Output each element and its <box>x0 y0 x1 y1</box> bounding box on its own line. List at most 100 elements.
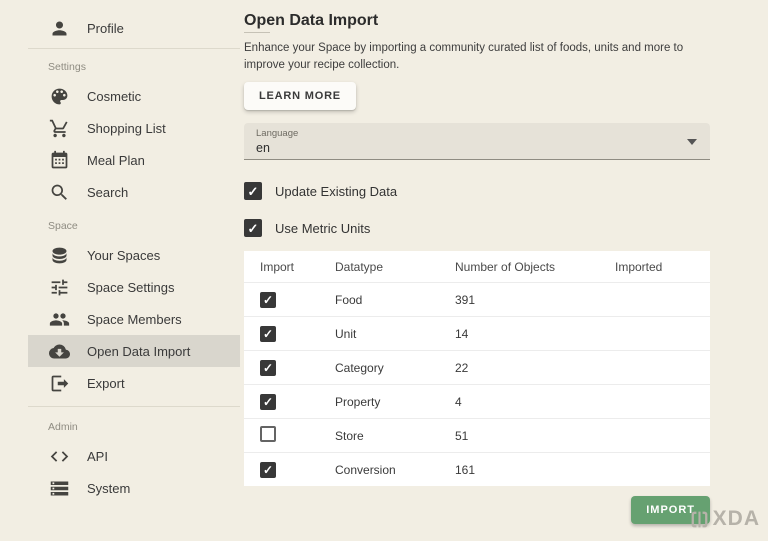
table-actions: IMPORT <box>244 496 710 525</box>
table-row-unit: ✓ Unit 14 <box>244 316 710 350</box>
datatype-cell: Property <box>335 394 381 409</box>
cloud-download-icon <box>48 340 70 362</box>
table-row-category: ✓ Category 22 <box>244 350 710 384</box>
count-cell: 161 <box>455 462 476 477</box>
option-label: Use Metric Units <box>275 220 371 236</box>
sidebar-item-label: API <box>87 448 108 464</box>
sidebar-item-space-members[interactable]: Space Members <box>28 303 240 335</box>
checkbox-use-metric-units[interactable]: ✓ <box>244 219 262 238</box>
sidebar-item-space-settings[interactable]: Space Settings <box>28 271 240 303</box>
sidebar-item-label: Meal Plan <box>87 152 145 168</box>
count-cell: 51 <box>455 428 469 443</box>
row-checkbox[interactable]: ✓ <box>260 393 276 410</box>
sidebar-item-label: Your Spaces <box>87 247 161 263</box>
tune-icon <box>48 276 70 298</box>
import-cell: ✓ <box>260 393 335 410</box>
code-icon <box>48 445 70 467</box>
sidebar-item-label: Cosmetic <box>87 88 142 104</box>
row-checkbox[interactable]: ✓ <box>260 325 276 342</box>
database-icon <box>48 244 70 266</box>
language-select-label: Language <box>256 128 299 140</box>
sidebar-section-title: Admin <box>48 421 78 433</box>
main-content: Open Data Import Enhance your Space by i… <box>240 0 768 541</box>
sidebar-item-open-data-import[interactable]: Open Data Import <box>28 335 240 367</box>
group-icon <box>48 308 70 330</box>
sidebar-divider <box>28 48 240 49</box>
import-cell: ✓ <box>260 325 335 342</box>
count-cell: 14 <box>455 326 469 341</box>
sidebar-item-label: Profile <box>87 20 124 36</box>
sidebar-item-meal-plan[interactable]: Meal Plan <box>28 144 240 176</box>
sidebar-item-search[interactable]: Search <box>28 176 240 208</box>
sidebar-item-system[interactable]: System <box>28 472 240 504</box>
datatype-cell: Food <box>335 292 363 307</box>
table-row-store: Store 51 <box>244 418 710 452</box>
title-underline <box>244 32 270 33</box>
sidebar-item-export[interactable]: Export <box>28 367 240 399</box>
datatype-cell: Store <box>335 428 364 443</box>
export-icon <box>48 372 70 394</box>
sidebar-inner: Profile Settings Cosmetic Shopping List Mea… <box>28 10 240 504</box>
sidebar-item-label: Space Members <box>87 311 182 327</box>
sidebar-item-api[interactable]: API <box>28 440 240 472</box>
datatype-cell: Conversion <box>335 462 396 477</box>
watermark-text: XDA <box>712 507 760 530</box>
row-checkbox[interactable]: ✓ <box>260 461 276 478</box>
option-label: Update Existing Data <box>275 183 398 199</box>
sidebar-item-label: Export <box>87 375 125 391</box>
datatype-cell: Category <box>335 360 384 375</box>
person-icon <box>48 17 70 39</box>
sidebar-item-profile[interactable]: Profile <box>28 10 240 46</box>
xda-logo-icon <box>691 511 708 527</box>
row-checkbox[interactable] <box>260 426 276 443</box>
sidebar-item-label: Space Settings <box>87 279 175 295</box>
table-row-food: ✓ Food 391 <box>244 282 710 316</box>
column-header-import: Import <box>260 259 295 274</box>
sidebar-section-title: Settings <box>48 61 86 73</box>
calendar-icon <box>48 149 70 171</box>
import-table: Import Datatype Number of Objects Import… <box>244 251 710 487</box>
sidebar-item-label: Search <box>87 184 129 200</box>
language-select-value: en <box>256 141 270 156</box>
app-window: Profile Settings Cosmetic Shopping List Mea… <box>0 0 768 541</box>
count-cell: 4 <box>455 394 462 409</box>
sidebar-item-shopping-list[interactable]: Shopping List <box>28 112 240 144</box>
sidebar-sections: Settings Cosmetic Shopping List Meal Plan Se… <box>28 61 240 504</box>
import-cell: ✓ <box>260 461 335 478</box>
count-cell: 22 <box>455 360 469 375</box>
count-cell: 391 <box>455 292 476 307</box>
datatype-cell: Unit <box>335 326 357 341</box>
column-header-imported: Imported <box>615 259 663 274</box>
language-select[interactable]: Language en <box>244 123 710 161</box>
row-checkbox[interactable]: ✓ <box>260 291 276 308</box>
palette-icon <box>48 85 70 107</box>
sidebar-section-title: Space <box>48 220 78 232</box>
import-cell: ✓ <box>260 291 335 308</box>
sidebar: Profile Settings Cosmetic Shopping List Mea… <box>0 0 240 541</box>
chevron-down-icon <box>687 139 697 146</box>
search-icon <box>48 181 70 203</box>
row-checkbox[interactable]: ✓ <box>260 359 276 376</box>
import-cell: ✓ <box>260 359 335 376</box>
update-existing-data-option[interactable]: ✓ Update Existing Data <box>244 182 710 201</box>
learn-more-button[interactable]: LEARN MORE <box>244 82 356 111</box>
column-header-datatype: Datatype <box>335 259 384 274</box>
sidebar-item-your-spaces[interactable]: Your Spaces <box>28 239 240 271</box>
page-description: Enhance your Space by importing a commun… <box>244 42 684 71</box>
page-title: Open Data Import <box>244 12 379 29</box>
use-metric-units-option[interactable]: ✓ Use Metric Units <box>244 219 710 238</box>
column-header-number-of-objects: Number of Objects <box>455 259 556 274</box>
sidebar-section-admin: Admin API System <box>28 406 240 504</box>
sidebar-section-space: Space Your Spaces Space Settings Space Memb… <box>28 220 240 399</box>
table-row-conversion: ✓ Conversion 161 <box>244 452 710 486</box>
table-row-property: ✓ Property 4 <box>244 384 710 418</box>
sidebar-item-cosmetic[interactable]: Cosmetic <box>28 80 240 112</box>
xda-watermark: XDA <box>689 507 760 531</box>
sidebar-item-label: Open Data Import <box>87 343 191 359</box>
sidebar-item-label: System <box>87 480 131 496</box>
cart-icon <box>48 117 70 139</box>
checkbox-update-existing-data[interactable]: ✓ <box>244 182 262 201</box>
table-body: ✓ Food 391 ✓ Unit 14 ✓ Category 22 ✓ Property 4 Stor… <box>244 282 710 486</box>
sidebar-section-settings: Settings Cosmetic Shopping List Meal Plan Se… <box>28 61 240 208</box>
import-cell <box>260 426 335 445</box>
